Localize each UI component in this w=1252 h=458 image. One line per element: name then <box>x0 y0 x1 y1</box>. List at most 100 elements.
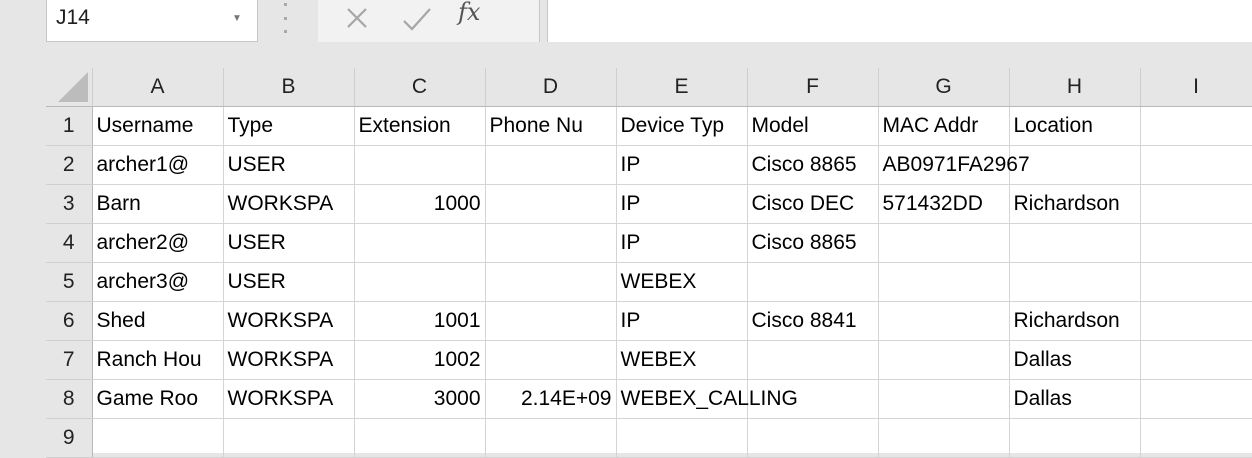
cell[interactable]: WORKSPA <box>223 184 355 224</box>
cell[interactable]: WORKSPA <box>223 301 355 341</box>
cell[interactable]: IP <box>616 301 748 341</box>
row-header[interactable]: 1 <box>46 106 93 146</box>
cell[interactable]: IP <box>616 145 748 185</box>
select-all-button[interactable] <box>46 68 93 107</box>
cell[interactable] <box>1140 223 1252 263</box>
cell[interactable]: 1001 <box>354 301 486 341</box>
cell[interactable]: Phone Nu <box>485 106 617 146</box>
cell[interactable]: Cisco 8865 <box>747 145 879 185</box>
cell[interactable]: Dallas <box>1009 379 1141 419</box>
cell[interactable] <box>354 223 486 263</box>
check-icon[interactable] <box>400 2 434 41</box>
cell[interactable] <box>878 340 1010 380</box>
column-header[interactable]: I <box>1140 68 1252 107</box>
cell[interactable] <box>485 340 617 380</box>
cell[interactable]: Ranch Hou <box>92 340 224 380</box>
cell[interactable] <box>1009 418 1141 458</box>
cell[interactable] <box>223 418 355 458</box>
cell[interactable] <box>92 418 224 458</box>
cell[interactable] <box>1140 301 1252 341</box>
fx-icon[interactable]: fx <box>458 0 480 26</box>
cell[interactable]: archer2@ <box>92 223 224 263</box>
cell[interactable] <box>485 184 617 224</box>
cell[interactable]: Cisco 8841 <box>747 301 879 341</box>
cell[interactable]: USER <box>223 145 355 185</box>
column-header[interactable]: B <box>223 68 355 107</box>
cell[interactable] <box>1140 340 1252 380</box>
cell[interactable]: Richardson <box>1009 184 1141 224</box>
cell[interactable] <box>485 262 617 302</box>
cell[interactable]: WEBEX <box>616 262 748 302</box>
row-header[interactable]: 7 <box>46 340 93 380</box>
cell[interactable]: archer1@ <box>92 145 224 185</box>
cell[interactable] <box>354 145 486 185</box>
column-header[interactable]: D <box>485 68 617 107</box>
cell[interactable]: Barn <box>92 184 224 224</box>
row-header[interactable]: 3 <box>46 184 93 224</box>
cell[interactable]: Richardson <box>1009 301 1141 341</box>
cell[interactable]: Shed <box>92 301 224 341</box>
cell[interactable]: USER <box>223 262 355 302</box>
cell[interactable]: WEBEX_CALLING <box>616 379 798 419</box>
cell[interactable] <box>354 262 486 302</box>
row-header[interactable]: 9 <box>46 418 93 458</box>
cell[interactable]: IP <box>616 223 748 263</box>
cell[interactable]: Device Typ <box>616 106 748 146</box>
cell[interactable]: Model <box>747 106 879 146</box>
formula-input[interactable] <box>547 0 1252 42</box>
close-icon[interactable] <box>342 2 372 41</box>
cell[interactable] <box>1140 418 1252 458</box>
row-header[interactable]: 6 <box>46 301 93 341</box>
row-header[interactable]: 2 <box>46 145 93 185</box>
cell[interactable]: Extension <box>354 106 486 146</box>
cell[interactable]: Username <box>92 106 224 146</box>
cell[interactable]: Cisco 8865 <box>747 223 879 263</box>
cell[interactable] <box>1140 262 1252 302</box>
cell[interactable] <box>485 418 617 458</box>
cell[interactable]: 3000 <box>354 379 486 419</box>
cell[interactable] <box>1140 379 1252 419</box>
column-header[interactable]: G <box>878 68 1010 107</box>
cell[interactable] <box>1140 184 1252 224</box>
cell[interactable]: Type <box>223 106 355 146</box>
cell[interactable]: 571432DD <box>878 184 1010 224</box>
cell[interactable] <box>1009 262 1141 302</box>
cell[interactable]: WORKSPA <box>223 379 355 419</box>
column-header[interactable]: F <box>747 68 879 107</box>
cell[interactable]: AB0971FA2967 <box>878 145 1030 185</box>
cell[interactable]: 1000 <box>354 184 486 224</box>
cell[interactable]: WORKSPA <box>223 340 355 380</box>
cell[interactable]: USER <box>223 223 355 263</box>
cell[interactable] <box>354 418 486 458</box>
cell[interactable] <box>878 379 1010 419</box>
cell[interactable]: Game Roo <box>92 379 224 419</box>
name-box[interactable]: J14 ▼ <box>46 0 258 42</box>
row-header[interactable]: 5 <box>46 262 93 302</box>
cell[interactable] <box>1009 223 1141 263</box>
cell[interactable] <box>878 301 1010 341</box>
cell[interactable]: archer3@ <box>92 262 224 302</box>
row-header[interactable]: 8 <box>46 379 93 419</box>
column-header[interactable]: E <box>616 68 748 107</box>
chevron-down-icon[interactable]: ▼ <box>232 13 242 24</box>
cell[interactable]: MAC Addr <box>878 106 1010 146</box>
cell[interactable] <box>485 223 617 263</box>
cell[interactable] <box>878 223 1010 263</box>
column-header[interactable]: H <box>1009 68 1141 107</box>
row-header[interactable]: 4 <box>46 223 93 263</box>
cell[interactable] <box>747 418 879 458</box>
cell[interactable] <box>1140 145 1252 185</box>
column-header[interactable]: A <box>92 68 224 107</box>
column-header[interactable]: C <box>354 68 486 107</box>
cell[interactable]: Location <box>1009 106 1141 146</box>
cell[interactable]: 2.14E+09 <box>485 379 617 419</box>
cell[interactable]: Cisco DEC <box>747 184 879 224</box>
cell[interactable] <box>747 340 879 380</box>
cell[interactable] <box>878 262 1010 302</box>
cell[interactable] <box>878 418 1010 458</box>
cell[interactable] <box>485 145 617 185</box>
cell[interactable]: Dallas <box>1009 340 1141 380</box>
cell[interactable]: IP <box>616 184 748 224</box>
drag-handle-icon[interactable] <box>283 3 287 33</box>
cell[interactable] <box>616 418 748 458</box>
